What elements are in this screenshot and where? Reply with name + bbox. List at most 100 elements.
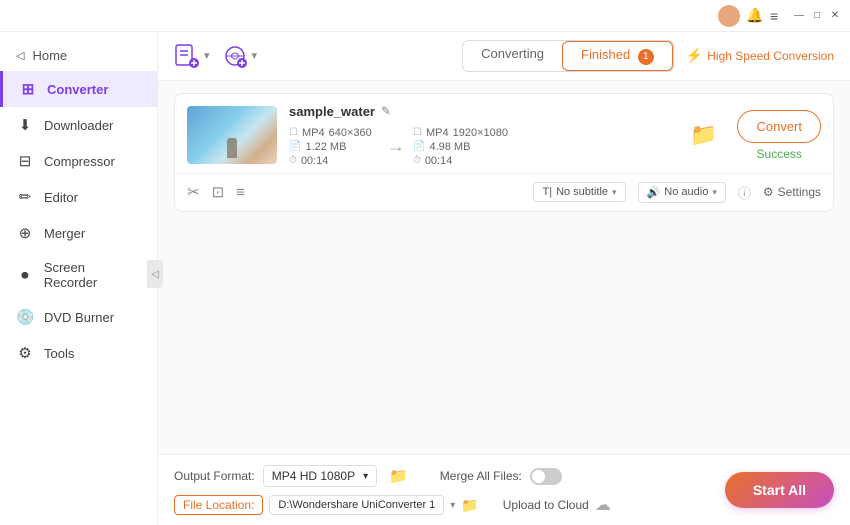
bottom-rows: Output Format: MP4 HD 1080P ▾ 📁 Merge Al… (174, 465, 709, 515)
file-list: sample_water ✎ ☐ MP4 640×360 (158, 81, 850, 455)
cut-icon[interactable]: ✂ (187, 183, 200, 201)
sidebar-item-label: Compressor (44, 154, 115, 169)
start-all-button[interactable]: Start All (725, 472, 834, 508)
file-name: sample_water (289, 104, 375, 119)
dst-specs: ☐ MP4 1920×1080 📄 4.98 MB ⏱ (413, 127, 508, 167)
add-file-dropdown-arrow[interactable]: ▾ (204, 49, 210, 62)
sidebar-item-label: Converter (47, 82, 108, 97)
output-file-icon[interactable]: 📁 (690, 122, 717, 148)
cloud-upload-icon[interactable]: ☁ (595, 495, 611, 515)
upload-cloud-section: Upload to Cloud ☁ (503, 495, 611, 515)
file-item-top: sample_water ✎ ☐ MP4 640×360 (175, 94, 833, 173)
upload-cloud-label: Upload to Cloud (503, 498, 589, 512)
subtitle-select[interactable]: T| No subtitle ▾ (533, 182, 625, 202)
file-location-label[interactable]: File Location: (174, 495, 263, 515)
sidebar-item-downloader[interactable]: ⬇ Downloader (0, 107, 157, 143)
bottom-row2: File Location: D:\Wondershare UniConvert… (174, 495, 709, 515)
settings-button[interactable]: ⚙ Settings (763, 185, 821, 199)
bottom-bar: Output Format: MP4 HD 1080P ▾ 📁 Merge Al… (158, 454, 850, 525)
top-toolbar: ▾ ▾ Converting Finished 1 (158, 32, 850, 81)
convert-button[interactable]: Convert (737, 110, 821, 143)
notifications-icon[interactable]: 🔔 (746, 7, 763, 24)
info-icon[interactable]: ⓘ (738, 183, 751, 202)
hamburger-menu-icon[interactable]: ≡ (770, 8, 778, 24)
audio-select[interactable]: 🔊 No audio ▾ (638, 182, 726, 203)
file-meta: sample_water ✎ ☐ MP4 640×360 (289, 104, 674, 167)
file-path: D:\Wondershare UniConverter 1 (269, 495, 444, 515)
subtitle-dropdown-arrow: ▾ (612, 187, 617, 198)
edit-filename-icon[interactable]: ✎ (381, 104, 391, 118)
minimize-button[interactable]: — (792, 9, 806, 23)
converting-tab[interactable]: Converting (463, 41, 562, 71)
sidebar-item-label: Merger (44, 226, 85, 241)
file-specs: ☐ MP4 640×360 📄 1.22 MB ⏱ (289, 127, 674, 167)
close-button[interactable]: ✕ (828, 9, 842, 23)
src-format: MP4 (302, 127, 325, 139)
effects-icon[interactable]: ≡ (236, 184, 245, 201)
path-folder-icon[interactable]: 📁 (461, 497, 478, 514)
audio-label: No audio (664, 186, 708, 198)
screen-recorder-icon: ⏺ (16, 267, 34, 284)
output-format-label: Output Format: (174, 469, 255, 483)
dst-duration: 00:14 (425, 155, 453, 167)
dst-resolution: 1920×1080 (453, 127, 508, 139)
downloader-icon: ⬇ (16, 116, 34, 134)
editor-icon: ✏ (16, 188, 34, 206)
path-dropdown-arrow[interactable]: ▾ (450, 500, 455, 511)
high-speed-conversion[interactable]: ⚡ High Speed Conversion (686, 47, 834, 64)
finished-tab[interactable]: Finished 1 (562, 41, 673, 71)
tools-icon: ⚙ (16, 344, 34, 362)
merge-label: Merge All Files: (440, 469, 522, 483)
format-folder-icon[interactable]: 📁 (389, 467, 408, 485)
format-dropdown-arrow: ▾ (363, 471, 368, 482)
subtitle-label: No subtitle (556, 186, 608, 198)
converter-icon: ⊞ (19, 80, 37, 98)
high-speed-label: High Speed Conversion (707, 49, 834, 63)
merge-toggle[interactable] (530, 468, 562, 485)
compressor-icon: ⊟ (16, 152, 34, 170)
home-nav[interactable]: ◁ Home (0, 40, 157, 71)
convert-result: Convert Success (737, 110, 821, 161)
convert-area: 📁 (690, 122, 717, 148)
crop-icon[interactable]: ⊡ (212, 183, 225, 201)
settings-label: Settings (778, 185, 821, 199)
sidebar-item-converter[interactable]: ⊞ Converter (0, 71, 157, 107)
user-avatar[interactable] (718, 5, 740, 27)
sidebar-item-label: Tools (44, 346, 74, 361)
src-duration: 00:14 (301, 155, 329, 167)
sidebar-item-label: Screen Recorder (44, 260, 141, 290)
add-file-button[interactable]: ▾ (174, 43, 210, 69)
sidebar-item-label: DVD Burner (44, 310, 114, 325)
file-thumbnail (187, 106, 277, 164)
file-item: sample_water ✎ ☐ MP4 640×360 (174, 93, 834, 212)
sidebar-item-screen-recorder[interactable]: ⏺ Screen Recorder (0, 251, 157, 299)
sidebar-collapse-button[interactable]: ◁ (147, 260, 163, 288)
finished-badge: 1 (638, 49, 654, 65)
bottom-row1: Output Format: MP4 HD 1080P ▾ 📁 Merge Al… (174, 465, 709, 487)
maximize-button[interactable]: □ (810, 9, 824, 23)
sidebar-item-editor[interactable]: ✏ Editor (0, 179, 157, 215)
tab-group: Converting Finished 1 (462, 40, 674, 72)
format-select[interactable]: MP4 HD 1080P ▾ (263, 465, 377, 487)
bolt-icon: ⚡ (686, 47, 703, 64)
main-content: ▾ ▾ Converting Finished 1 (158, 32, 850, 525)
back-arrow-icon: ◁ (16, 49, 24, 62)
file-location-section: File Location: D:\Wondershare UniConvert… (174, 495, 479, 515)
src-resolution: 640×360 (329, 127, 372, 139)
add-url-dropdown-arrow[interactable]: ▾ (252, 49, 258, 62)
sidebar-item-merger[interactable]: ⊕ Merger (0, 215, 157, 251)
dst-size: 4.98 MB (429, 141, 470, 153)
sidebar: ◁ Home ⊞ Converter ⬇ Downloader ⊟ Compre… (0, 32, 158, 525)
subtitle-icon: T| (542, 186, 552, 198)
audio-icon: 🔊 (647, 186, 661, 199)
audio-dropdown-arrow: ▾ (712, 187, 717, 198)
sidebar-item-label: Editor (44, 190, 78, 205)
sidebar-item-tools[interactable]: ⚙ Tools (0, 335, 157, 371)
src-size: 1.22 MB (305, 141, 346, 153)
add-url-button[interactable]: ▾ (222, 43, 258, 69)
src-specs: ☐ MP4 640×360 📄 1.22 MB ⏱ (289, 127, 379, 167)
sidebar-item-compressor[interactable]: ⊟ Compressor (0, 143, 157, 179)
sidebar-item-dvd-burner[interactable]: 💿 DVD Burner (0, 299, 157, 335)
success-status: Success (757, 147, 802, 161)
file-item-actions: ✂ ⊡ ≡ T| No subtitle ▾ 🔊 No audio ▾ ⓘ (175, 173, 833, 211)
